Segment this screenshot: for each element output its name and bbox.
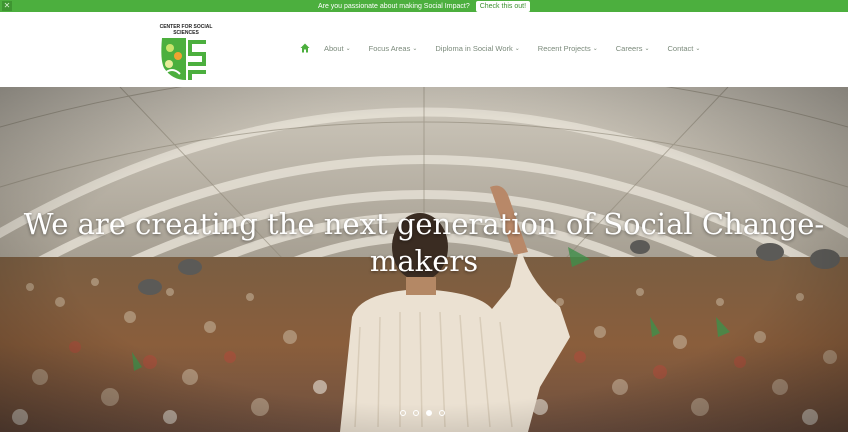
nav-item-recent-projects[interactable]: Recent Projects ⌄ (538, 44, 598, 53)
nav-item-contact[interactable]: Contact ⌄ (667, 44, 700, 53)
slider-dot-active[interactable] (426, 410, 432, 416)
nav-item-label: Recent Projects (537, 43, 591, 53)
nav-item-label: Diploma in Social Work (435, 43, 513, 53)
nav-item-careers[interactable]: Careers ⌄ (616, 44, 650, 53)
slider-dot[interactable] (413, 410, 419, 416)
close-icon[interactable]: ✕ (2, 1, 12, 11)
nav-item-focus-areas[interactable]: Focus Areas ⌄ (369, 44, 418, 53)
chevron-down-icon: ⌄ (412, 45, 418, 52)
logo[interactable]: CENTER FOR SOCIAL SCIENCES (158, 24, 214, 85)
page-bottom (0, 432, 848, 447)
announcement-bar: ✕ Are you passionate about making Social… (0, 0, 848, 12)
slider-dots (400, 410, 452, 416)
logo-text: CENTER FOR SOCIAL SCIENCES (159, 24, 213, 36)
nav-item-label: Careers (615, 43, 643, 53)
nav-item-label: Focus Areas (368, 43, 411, 53)
chevron-down-icon: ⌄ (592, 45, 598, 52)
announcement-message: Are you passionate about making Social I… (317, 2, 470, 10)
nav-item-label: About (324, 43, 344, 53)
site-header: CENTER FOR SOCIAL SCIENCES About ⌄ Focus … (0, 12, 848, 87)
chevron-down-icon: ⌄ (345, 45, 351, 52)
slider-dot[interactable] (439, 410, 445, 416)
chevron-down-icon: ⌄ (695, 45, 701, 52)
home-icon[interactable] (300, 43, 310, 53)
hero-slider[interactable]: We are creating the next generation of S… (0, 87, 848, 432)
hero-headline: We are creating the next generation of S… (23, 207, 825, 278)
nav-item-label: Contact (667, 43, 694, 53)
check-this-out-button[interactable]: Check this out! (475, 0, 531, 12)
nav-item-diploma[interactable]: Diploma in Social Work ⌄ (435, 44, 519, 53)
main-nav: About ⌄ Focus Areas ⌄ Diploma in Social Wo… (300, 43, 718, 53)
chevron-down-icon: ⌄ (644, 45, 650, 52)
slider-dot[interactable] (400, 410, 406, 416)
chevron-down-icon: ⌄ (514, 45, 520, 52)
nav-item-about[interactable]: About ⌄ (324, 44, 351, 53)
